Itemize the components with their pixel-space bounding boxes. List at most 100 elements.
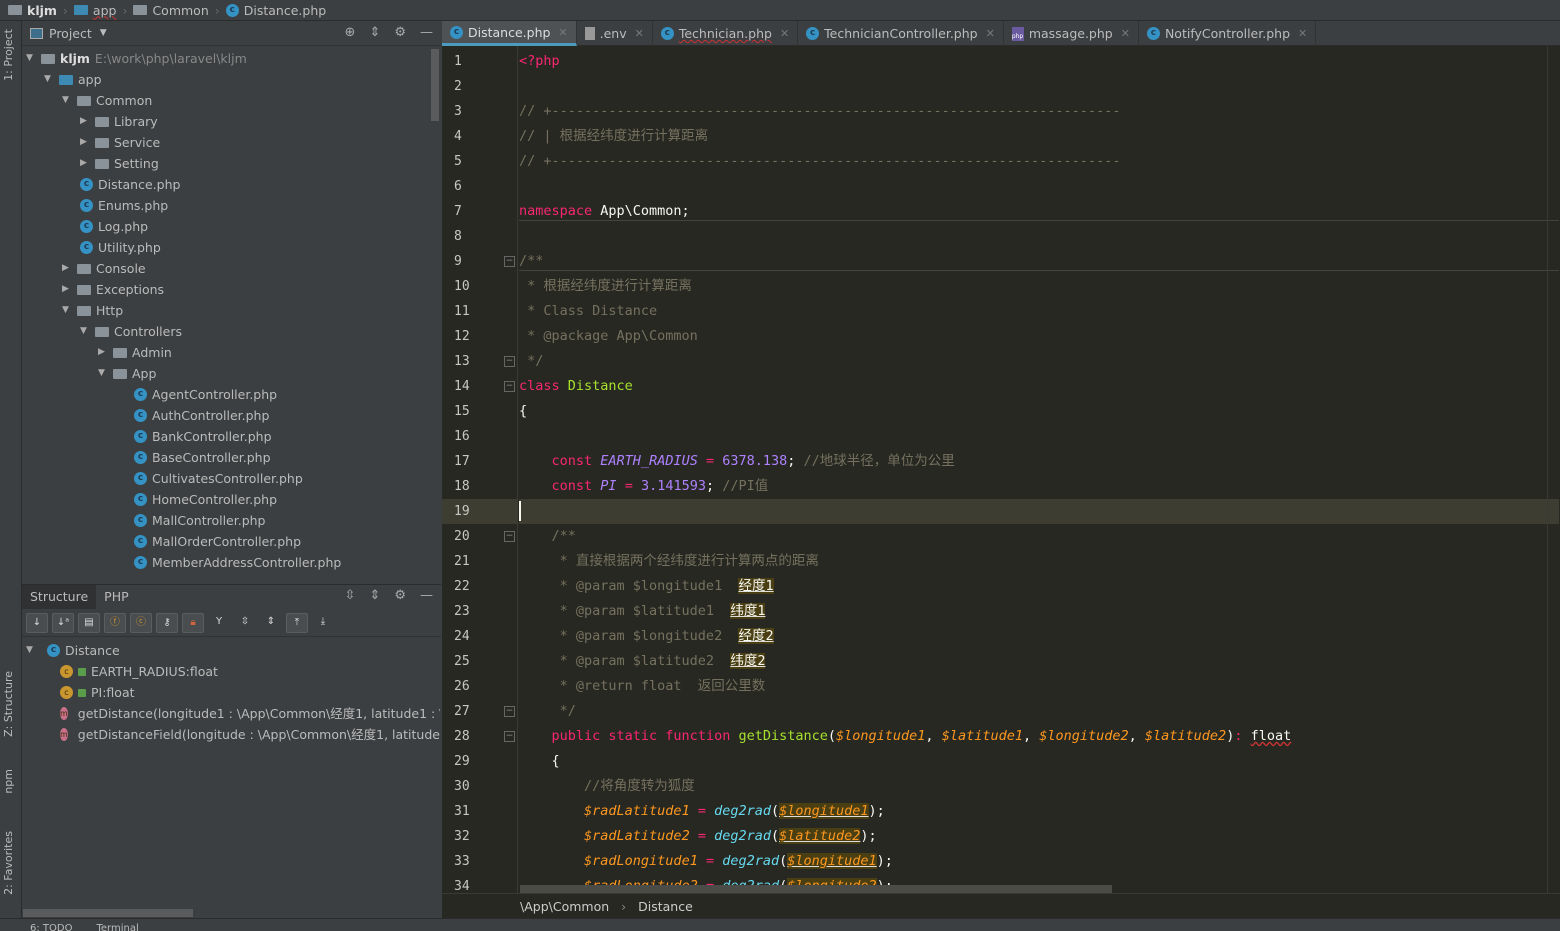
fold-marker-icon[interactable]: − bbox=[504, 531, 515, 542]
code-area[interactable]: <?php // +-------------------------------… bbox=[519, 46, 1559, 893]
tree-item[interactable]: c MallOrderController.php bbox=[134, 531, 301, 552]
collapse-all-icon[interactable]: ⇕ bbox=[369, 25, 380, 40]
code-line[interactable]: * @return float 返回公里数 bbox=[519, 674, 1559, 699]
code-line[interactable]: */ bbox=[519, 699, 1559, 724]
code-line[interactable]: * @param $longitude2 经度2 bbox=[519, 624, 1559, 649]
structure-item[interactable]: c PI:float bbox=[60, 682, 440, 703]
tree-item[interactable]: ▶ Exceptions bbox=[62, 279, 164, 300]
code-line[interactable]: * 根据经纬度进行计算距离 bbox=[519, 274, 1559, 299]
code-line[interactable]: const EARTH_RADIUS = 6378.138; //地球半径，单位… bbox=[519, 449, 1559, 474]
tab-technician-php[interactable]: c Technician.php ✕ bbox=[653, 21, 799, 46]
tree-item[interactable]: c AuthController.php bbox=[134, 405, 269, 426]
tree-item[interactable]: c MemberAddressController.php bbox=[134, 552, 341, 573]
breadcrumb-item[interactable]: c Distance.php bbox=[225, 3, 326, 18]
expanded-arrow-icon[interactable]: ▼ bbox=[62, 90, 72, 111]
code-line[interactable]: public static function getDistance($long… bbox=[519, 724, 1559, 749]
tree-item[interactable]: ▼ app bbox=[44, 69, 102, 90]
code-line[interactable]: * Class Distance bbox=[519, 299, 1559, 324]
expanded-arrow-icon[interactable]: ▼ bbox=[26, 48, 36, 69]
tree-item[interactable]: c HomeController.php bbox=[134, 489, 277, 510]
code-line[interactable]: * @param $longitude1 经度1 bbox=[519, 574, 1559, 599]
code-line[interactable]: class Distance bbox=[519, 374, 1559, 399]
code-line[interactable]: * 直接根据两个经纬度进行计算两点的距离 bbox=[519, 549, 1559, 574]
expanded-arrow-icon[interactable]: ▼ bbox=[26, 640, 36, 661]
fold-marker-icon[interactable]: − bbox=[504, 731, 515, 742]
terminal-tool-tab[interactable]: Terminal bbox=[96, 919, 138, 931]
expanded-arrow-icon[interactable]: ▼ bbox=[44, 69, 54, 90]
tab-php[interactable]: PHP bbox=[96, 585, 136, 609]
code-line[interactable]: $radLatitude1 = deg2rad($longitude1); bbox=[519, 799, 1559, 824]
collapse-all-icon[interactable]: ⇕ bbox=[369, 588, 380, 603]
expand-all-icon[interactable]: ⇳ bbox=[345, 588, 356, 603]
collapsed-arrow-icon[interactable]: ▶ bbox=[62, 258, 72, 279]
code-line[interactable] bbox=[519, 424, 1559, 449]
todo-tool-tab[interactable]: 6: TODO bbox=[30, 919, 72, 931]
gear-icon[interactable]: ⚙ bbox=[394, 25, 406, 40]
show-inherited-icon[interactable]: ▤ bbox=[78, 612, 100, 633]
collapsed-arrow-icon[interactable]: ▶ bbox=[80, 153, 90, 174]
breadcrumb-item[interactable]: kljm bbox=[8, 3, 57, 18]
tree-item[interactable]: ▼ Common bbox=[62, 90, 152, 111]
code-line[interactable]: */ bbox=[519, 349, 1559, 374]
close-icon[interactable]: ✕ bbox=[558, 26, 567, 39]
favorites-tool-tab[interactable]: 2: Favorites bbox=[2, 831, 15, 895]
tree-item[interactable]: ▼ Http bbox=[62, 300, 123, 321]
tree-item[interactable]: ▶ Library bbox=[80, 111, 158, 132]
tree-item[interactable]: c CultivatesController.php bbox=[134, 468, 303, 489]
structure-item[interactable]: c EARTH_RADIUS:float bbox=[60, 661, 440, 682]
tree-item[interactable]: ▼ kljm E:\work\php\laravel\kljm bbox=[26, 48, 247, 69]
expand-all-icon[interactable]: ⇳ bbox=[234, 613, 256, 633]
expanded-arrow-icon[interactable]: ▼ bbox=[80, 321, 90, 342]
tree-item[interactable]: ▶ Service bbox=[80, 132, 160, 153]
tree-item[interactable]: c MallController.php bbox=[134, 510, 266, 531]
fold-marker-icon[interactable]: − bbox=[504, 706, 515, 717]
show-constants-icon[interactable]: ⓒ bbox=[130, 612, 152, 633]
code-line[interactable]: //将角度转为狐度 bbox=[519, 774, 1559, 799]
npm-tool-tab[interactable]: npm bbox=[2, 769, 15, 794]
tree-scrollbar[interactable] bbox=[431, 49, 439, 121]
code-line[interactable] bbox=[519, 499, 1559, 524]
code-line[interactable]: /** bbox=[519, 524, 1559, 549]
sort-alphabetically-icon[interactable]: ↓ᵃ bbox=[52, 612, 74, 633]
tree-item[interactable]: c AgentController.php bbox=[134, 384, 277, 405]
fold-marker-icon[interactable]: − bbox=[504, 381, 515, 392]
code-line[interactable]: $radLatitude2 = deg2rad($latitude2); bbox=[519, 824, 1559, 849]
breadcrumb-class[interactable]: Distance bbox=[638, 899, 693, 914]
structure-item[interactable]: m getDistanceField(longitude : \App\Commo… bbox=[60, 724, 440, 745]
code-line[interactable]: * @param $latitude1 纬度1 bbox=[519, 599, 1559, 624]
structure-tool-tab[interactable]: Z: Structure bbox=[2, 671, 15, 737]
code-line[interactable]: const PI = 3.141593; //PI值 bbox=[519, 474, 1559, 499]
code-line[interactable] bbox=[519, 74, 1559, 99]
tab-distance-php[interactable]: c Distance.php ✕ bbox=[442, 21, 577, 46]
autoscroll-to-source-icon[interactable]: ⤒ bbox=[286, 612, 308, 633]
tree-item[interactable]: ▶ Console bbox=[62, 258, 146, 279]
tree-item[interactable]: c Enums.php bbox=[80, 195, 168, 216]
fold-marker-icon[interactable]: − bbox=[504, 356, 515, 367]
expanded-arrow-icon[interactable]: ▼ bbox=[62, 300, 72, 321]
code-line[interactable]: $radLongitude1 = deg2rad($longitude1); bbox=[519, 849, 1559, 874]
code-line[interactable]: * @package App\Common bbox=[519, 324, 1559, 349]
close-icon[interactable]: ✕ bbox=[1121, 27, 1130, 40]
tree-item[interactable]: c BaseController.php bbox=[134, 447, 271, 468]
minimize-icon[interactable]: — bbox=[420, 588, 433, 603]
filter-icon[interactable]: Y bbox=[208, 613, 230, 633]
tree-item[interactable]: ▼ App bbox=[98, 363, 156, 384]
code-line[interactable]: // | 根据经纬度进行计算距离 bbox=[519, 124, 1559, 149]
close-icon[interactable]: ✕ bbox=[780, 27, 789, 40]
project-tool-tab[interactable]: 1: Project bbox=[2, 29, 15, 81]
collapsed-arrow-icon[interactable]: ▶ bbox=[62, 279, 72, 300]
tab-env[interactable]: .env ✕ bbox=[577, 21, 653, 46]
tab-notifycontroller-php[interactable]: c NotifyController.php ✕ bbox=[1139, 21, 1317, 46]
collapsed-arrow-icon[interactable]: ▶ bbox=[98, 342, 108, 363]
chevron-down-icon[interactable]: ▼ bbox=[100, 28, 107, 38]
show-fields-icon[interactable]: ⓕ bbox=[104, 612, 126, 633]
collapsed-arrow-icon[interactable]: ▶ bbox=[80, 132, 90, 153]
tab-massage-php[interactable]: php massage.php ✕ bbox=[1004, 21, 1139, 46]
tree-item[interactable]: c BankController.php bbox=[134, 426, 272, 447]
expanded-arrow-icon[interactable]: ▼ bbox=[98, 363, 108, 384]
close-icon[interactable]: ✕ bbox=[986, 27, 995, 40]
breadcrumb-item[interactable]: Common bbox=[133, 3, 209, 18]
project-view-selector[interactable]: Project bbox=[49, 26, 92, 41]
code-line[interactable]: { bbox=[519, 399, 1559, 424]
code-line[interactable]: * @param $latitude2 纬度2 bbox=[519, 649, 1559, 674]
